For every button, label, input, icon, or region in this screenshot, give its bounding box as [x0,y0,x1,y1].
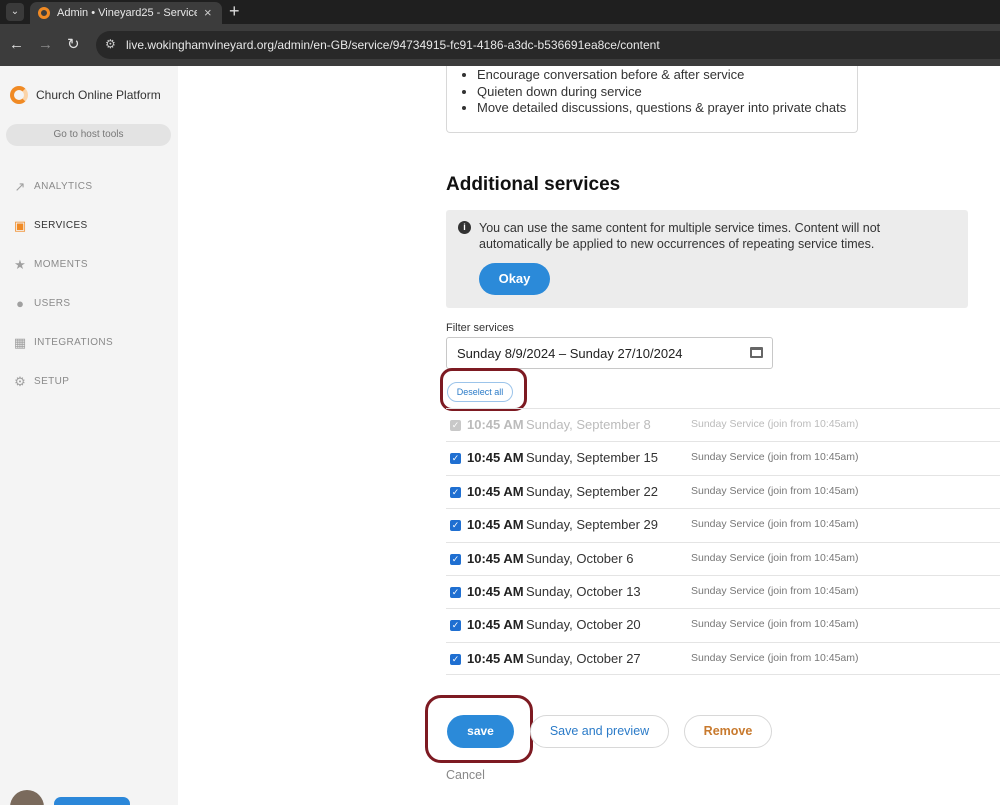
table-row: ✓ 10:45 AM Sunday, September 22 Sunday S… [446,475,1000,508]
sidebar-item-label: ANALYTICS [34,181,93,192]
table-row: ✓ 10:45 AM Sunday, October 20 Sunday Ser… [446,608,1000,641]
service-name: Sunday Service (join from 10:45am) [691,485,859,497]
forward-arrow-icon[interactable]: → [38,36,53,54]
sidebar-item-setup[interactable]: ⚙ SETUP [12,373,172,393]
info-notice: i You can use the same content for multi… [446,210,968,308]
service-time: 10:45 AM [467,450,524,465]
sidebar-item-label: SERVICES [34,220,88,231]
service-time: 10:45 AM [467,417,524,432]
browser-tab-bar: ⌄ Admin • Vineyard25 - Service C × + [0,0,1000,24]
service-time: 10:45 AM [467,551,524,566]
sidebar-item-integrations[interactable]: ▦ INTEGRATIONS [12,334,172,354]
avatar[interactable] [10,790,44,805]
browser-tab[interactable]: Admin • Vineyard25 - Service C × [30,2,222,24]
service-checkbox[interactable]: ✓ [450,487,461,498]
table-row: ✓ 10:45 AM Sunday, September 8 Sunday Se… [446,408,1000,441]
service-time: 10:45 AM [467,617,524,632]
table-row: ✓ 10:45 AM Sunday, October 13 Sunday Ser… [446,575,1000,608]
service-name: Sunday Service (join from 10:45am) [691,652,859,664]
service-checkbox[interactable]: ✓ [450,620,461,631]
table-row: ✓ 10:45 AM Sunday, October 6 Sunday Serv… [446,542,1000,575]
service-checkbox[interactable]: ✓ [450,520,461,531]
service-name: Sunday Service (join from 10:45am) [691,418,859,430]
service-day: Sunday, September 29 [526,517,659,532]
date-range-input[interactable]: Sunday 8/9/2024 – Sunday 27/10/2024 [446,337,773,369]
users-icon: ● [16,296,24,311]
user-menu-button[interactable] [54,797,130,805]
table-row: ✓ 10:45 AM Sunday, September 29 Sunday S… [446,508,1000,541]
host-tools-button[interactable]: Go to host tools [6,124,171,146]
service-name: Sunday Service (join from 10:45am) [691,518,859,530]
okay-button[interactable]: Okay [479,263,550,295]
list-item: Quieten down during service [477,84,846,101]
list-item: Encourage conversation before & after se… [477,67,846,84]
chat-guidelines-card: Encourage conversation before & after se… [446,66,858,133]
service-day: Sunday, September 15 [526,450,659,465]
service-day: Sunday, October 27 [526,651,641,666]
back-arrow-icon[interactable]: ← [9,36,24,54]
service-day: Sunday, October 13 [526,584,641,599]
save-and-preview-button[interactable]: Save and preview [530,715,669,748]
sidebar-item-label: SETUP [34,376,70,387]
service-day: Sunday, September 22 [526,484,659,499]
browser-toolbar: ← → ↻ ⚙ live.wokinghamvineyard.org/admin… [0,24,1000,66]
gear-icon: ⚙ [14,374,26,389]
chart-line-icon: ↗ [14,179,26,194]
section-title: Additional services [446,174,621,195]
tab-title: Admin • Vineyard25 - Service C [57,7,197,19]
brand-name: Church Online Platform [36,88,161,102]
calendar-icon: ▣ [13,218,27,233]
address-bar[interactable]: ⚙ live.wokinghamvineyard.org/admin/en-GB… [96,31,1000,59]
service-time: 10:45 AM [467,651,524,666]
tab-search-chevron-icon[interactable]: ⌄ [6,3,24,21]
service-name: Sunday Service (join from 10:45am) [691,552,859,564]
sidebar: Church Online Platform Go to host tools … [0,66,178,805]
reload-icon[interactable]: ↻ [67,36,80,54]
service-checkbox[interactable]: ✓ [450,587,461,598]
close-icon[interactable]: × [204,5,212,20]
sidebar-item-label: MOMENTS [34,259,88,270]
service-name: Sunday Service (join from 10:45am) [691,451,859,463]
sidebar-item-analytics[interactable]: ↗ ANALYTICS [12,178,172,198]
sidebar-item-users[interactable]: ● USERS [12,295,172,315]
cancel-link[interactable]: Cancel [446,768,485,782]
service-checkbox[interactable]: ✓ [450,554,461,565]
service-day: Sunday, October 20 [526,617,641,632]
service-name: Sunday Service (join from 10:45am) [691,585,859,597]
service-time: 10:45 AM [467,484,524,499]
highlight-annotation [440,368,527,411]
favicon-icon [38,7,50,19]
service-time: 10:45 AM [467,517,524,532]
url-text[interactable]: live.wokinghamvineyard.org/admin/en-GB/s… [126,38,660,52]
info-icon: i [458,221,471,234]
date-range-value: Sunday 8/9/2024 – Sunday 27/10/2024 [457,346,683,361]
service-checkbox[interactable]: ✓ [450,453,461,464]
calendar-icon[interactable] [750,347,763,358]
list-item: Move detailed discussions, questions & p… [477,100,846,117]
sidebar-item-label: USERS [34,298,71,309]
table-row: ✓ 10:45 AM Sunday, October 27 Sunday Ser… [446,642,1000,675]
integrations-icon: ▦ [13,335,27,350]
table-row: ✓ 10:45 AM Sunday, September 15 Sunday S… [446,441,1000,474]
remove-button[interactable]: Remove [684,715,772,748]
service-checkbox: ✓ [450,420,461,431]
highlight-annotation [425,695,533,763]
sidebar-item-services[interactable]: ▣ SERVICES [12,217,172,237]
service-day: Sunday, September 8 [526,417,651,432]
star-icon: ★ [14,257,26,272]
platform-logo-icon [10,86,28,104]
service-time: 10:45 AM [467,584,524,599]
notice-text: You can use the same content for multipl… [479,221,881,251]
sidebar-item-moments[interactable]: ★ MOMENTS [12,256,172,276]
guidelines-list: Encourage conversation before & after se… [477,67,846,117]
sidebar-item-label: INTEGRATIONS [34,337,114,348]
service-checkbox[interactable]: ✓ [450,654,461,665]
site-info-icon[interactable]: ⚙ [105,37,116,51]
service-day: Sunday, October 6 [526,551,634,566]
new-tab-plus-icon[interactable]: + [229,1,240,21]
filter-label: Filter services [446,322,514,334]
service-name: Sunday Service (join from 10:45am) [691,618,859,630]
